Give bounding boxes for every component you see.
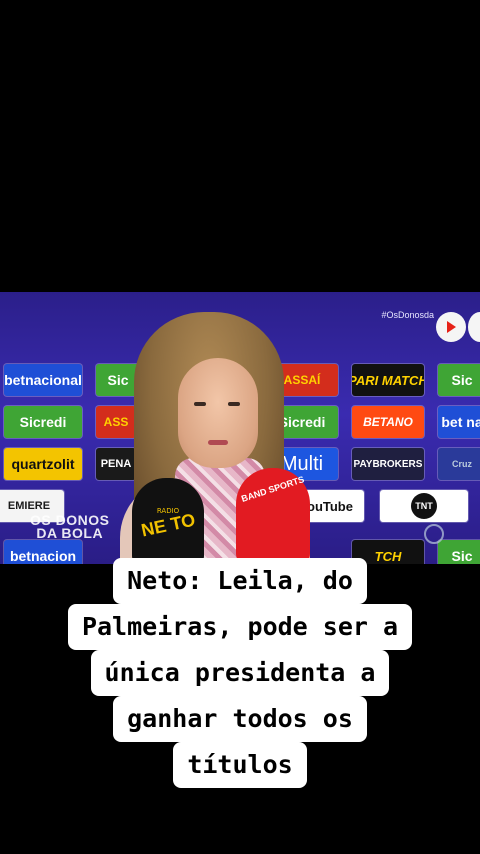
hashtag-text: #OsDonosda: [381, 310, 434, 320]
broadcaster-logo-icon: [424, 524, 444, 544]
sponsor-cruzeiro: Cruz: [438, 448, 480, 480]
caption-line: Neto: Leila, do: [0, 558, 480, 604]
caption-line: Palmeiras, pode ser a: [0, 604, 480, 650]
tnt-logo-icon: TNT: [411, 493, 437, 519]
youtube-play-icon[interactable]: [436, 312, 466, 342]
sponsor-betano: BETANO: [352, 406, 424, 438]
sponsor-sicredi: Sic: [438, 364, 480, 396]
microphone-band-sports: BAND SPORTS: [236, 468, 310, 564]
microphone-neto: RADIO NE TO: [132, 478, 204, 564]
video-frame[interactable]: betnacional Sic ASSAÍ PARI MATCH Sic Sic…: [0, 292, 480, 564]
caption-line: ganhar todos os: [0, 696, 480, 742]
sponsor-betnacional: betnacional: [4, 364, 82, 396]
sponsor-betnacional: bet na: [438, 406, 480, 438]
sponsor-paybrokers: PAYBROKERS: [352, 448, 424, 480]
mic-band-label: BAND SPORTS: [240, 474, 306, 504]
sponsor-parimatch: PARI MATCH: [352, 364, 424, 396]
caption-line: títulos: [0, 742, 480, 788]
watermark-line2: DA BOLA: [36, 525, 104, 541]
sponsor-tnt: TNT: [380, 490, 468, 522]
sponsor-quartzolit: quartzolit: [4, 448, 82, 480]
caption-line: única presidenta a: [0, 650, 480, 696]
mic-neto-label: NE TO: [139, 509, 197, 540]
youtube-button-partial: [468, 312, 480, 342]
sponsor-sicredi: Sicredi: [4, 406, 82, 438]
channel-watermark: OS DONOS DA BOLA: [30, 513, 109, 541]
